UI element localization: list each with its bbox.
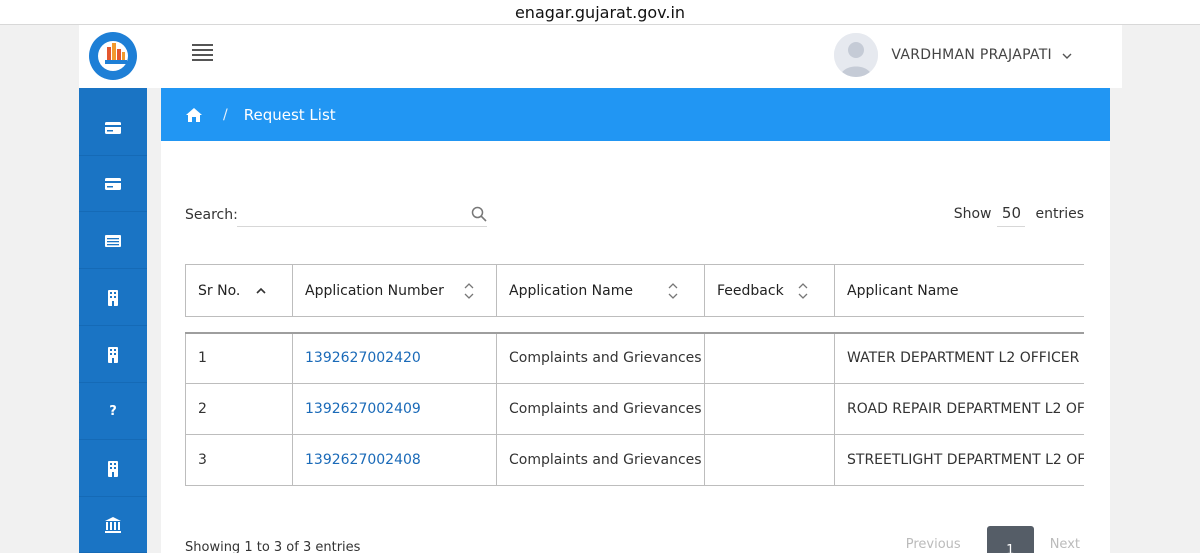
main-panel: / Request List Search: Show 50 entries S… [161,88,1110,553]
request-table-wrapper: Sr No. Application Number Application Na… [185,264,1084,487]
cell-application-name: Complaints and Grievances [496,434,705,486]
column-header-feedback[interactable]: Feedback [704,264,835,317]
sort-icon [668,283,678,299]
url-text: enagar.gujarat.gov.in [514,3,686,22]
cell-feedback [704,383,835,435]
show-label: Show [953,205,992,222]
application-number-link[interactable]: 1392627002409 [292,383,497,435]
pagination-next[interactable]: Next [1050,537,1080,552]
entries-length-control: Show 50 entries [954,200,1084,227]
breadcrumb: / Request List [161,88,1110,141]
sidebar-item-bank[interactable] [79,497,147,553]
pagination: Previous 1 Next [906,526,1080,553]
bank-icon [105,516,121,533]
top-header: VARDHMAN PRAJAPATI [79,25,1122,88]
sidebar-item-building-1[interactable] [79,270,147,326]
sidebar-item-help[interactable]: ? [79,384,147,440]
building-icon [108,346,118,363]
home-icon[interactable] [185,106,203,124]
cell-sr: 1 [185,332,293,384]
cell-applicant-name: STREETLIGHT DEPARTMENT L2 OFFICER [834,434,1084,486]
sort-asc-icon [256,287,266,294]
column-header-sr-no[interactable]: Sr No. [185,264,293,317]
help-icon: ? [109,404,117,419]
search-input[interactable] [237,200,487,227]
table-header-row: Sr No. Application Number Application Na… [185,264,1084,317]
enagar-logo-icon[interactable] [87,30,139,82]
sort-icon [798,283,808,299]
cell-feedback [704,434,835,486]
list-icon [105,234,121,247]
cell-applicant-name: ROAD REPAIR DEPARTMENT L2 OFFICER [834,383,1084,435]
table-row: 2 1392627002409 Complaints and Grievance… [185,383,1084,435]
breadcrumb-separator: / [223,106,228,123]
card-icon [105,121,121,134]
column-header-applicant-name[interactable]: Applicant Name [834,264,1084,317]
column-header-application-number[interactable]: Application Number [292,264,497,317]
browser-url-bar[interactable]: enagar.gujarat.gov.in [0,0,1200,25]
cell-sr: 2 [185,383,293,435]
sidebar-item-building-3[interactable] [79,441,147,497]
hamburger-menu-icon[interactable] [192,44,214,62]
building-icon [108,460,118,477]
entries-label: entries [1035,205,1084,222]
request-table: Sr No. Application Number Application Na… [185,264,1084,486]
chevron-down-icon [1062,49,1072,62]
sort-icon [464,283,474,299]
user-menu[interactable]: VARDHMAN PRAJAPATI [834,33,1072,77]
cell-applicant-name: WATER DEPARTMENT L2 OFFICER [834,332,1084,384]
breadcrumb-current: Request List [243,105,336,124]
column-header-application-name[interactable]: Application Name [496,264,705,317]
user-name: VARDHMAN PRAJAPATI [891,47,1052,63]
cell-application-name: Complaints and Grievances [496,383,705,435]
sidebar-gutter [147,88,161,553]
cell-application-name: Complaints and Grievances [496,332,705,384]
table-info: Showing 1 to 3 of 3 entries [185,540,361,553]
table-header-spacer [185,316,1084,334]
sidebar-item-card-1[interactable] [79,100,147,156]
table-row: 1 1392627002420 Complaints and Grievance… [185,332,1084,384]
search-icon[interactable] [471,206,487,222]
pagination-previous[interactable]: Previous [906,537,961,552]
building-icon [108,289,118,306]
avatar [834,33,879,77]
cell-sr: 3 [185,434,293,486]
table-row: 3 1392627002408 Complaints and Grievance… [185,434,1084,486]
entries-select[interactable]: 50 [997,200,1026,227]
sidebar: ? [79,88,147,553]
pagination-page-1[interactable]: 1 [986,526,1034,553]
cell-feedback [704,332,835,384]
application-number-link[interactable]: 1392627002420 [292,332,497,384]
application-number-link[interactable]: 1392627002408 [292,434,497,486]
search-label: Search: [185,207,238,223]
sidebar-item-list[interactable] [79,213,147,269]
sidebar-item-card-2[interactable] [79,156,147,212]
sidebar-item-building-2[interactable] [79,327,147,383]
card-icon [105,177,121,190]
